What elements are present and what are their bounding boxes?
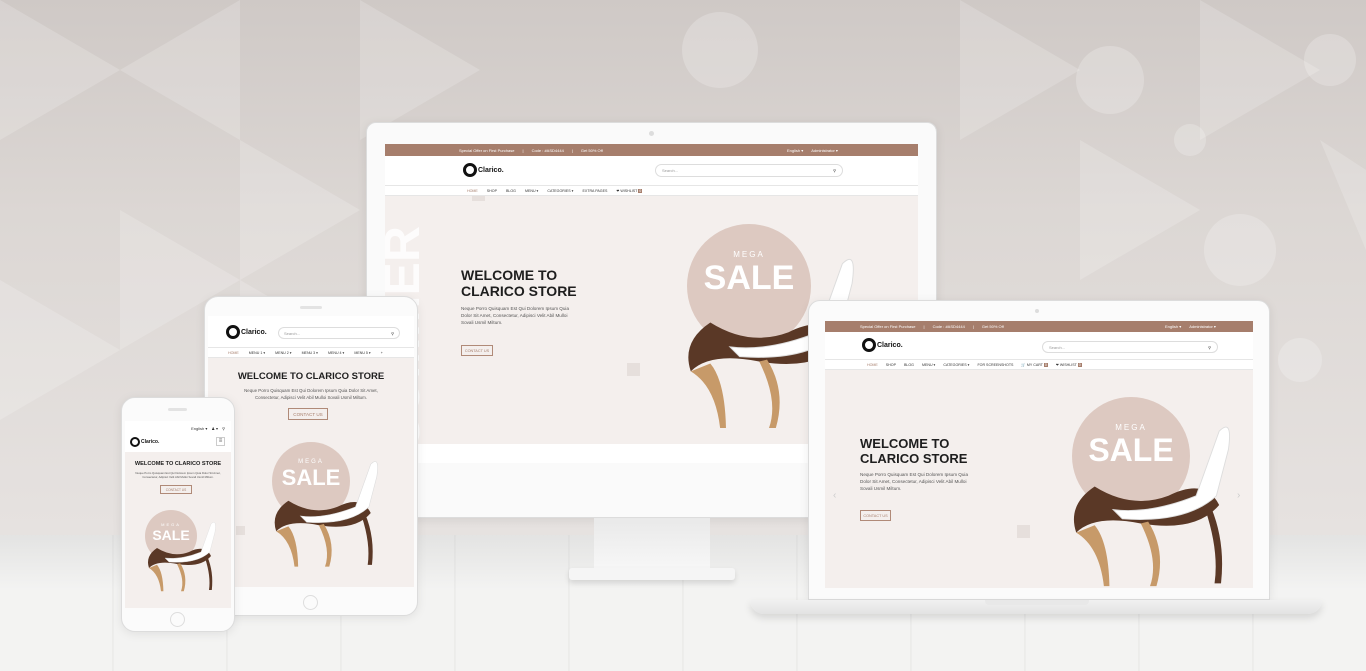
nav-blog[interactable]: BLOG xyxy=(904,363,914,367)
tablet-logo[interactable]: Clarico. xyxy=(226,325,267,339)
language-select[interactable]: English ▾ xyxy=(1165,324,1181,329)
desktop-topbar: Special Offer on First Purchase | Code : … xyxy=(385,144,918,156)
tablet-hero: WELCOME TO CLARICO STORE Neque Porro Qui… xyxy=(208,358,414,587)
hero-title: WELCOME TO CLARICO STORE xyxy=(461,267,577,299)
language-select[interactable]: English ▾ xyxy=(787,148,803,153)
search-icon[interactable]: ⚲ xyxy=(391,331,394,336)
desktop-search-input[interactable]: Search... ⚲ xyxy=(655,164,843,177)
nav-menu[interactable]: MENU ▾ xyxy=(922,363,935,367)
monitor-base xyxy=(569,568,735,580)
decor-square xyxy=(472,196,485,201)
hero-title: WELCOME TO CLARICO STORE xyxy=(237,371,385,382)
account-menu[interactable]: Administrator ▾ xyxy=(811,148,838,153)
nav-categories[interactable]: CATEGORIES ▾ xyxy=(943,363,969,367)
search-icon[interactable]: ⚲ xyxy=(222,426,225,431)
nav-shop[interactable]: SHOP xyxy=(886,363,896,367)
hero-title: WELCOME TO CLARICO STORE xyxy=(134,461,222,467)
chair-image xyxy=(274,461,378,567)
nav-home[interactable]: HOME xyxy=(228,351,239,355)
decor-square xyxy=(1017,525,1030,538)
logo-mark-icon xyxy=(463,163,477,177)
nav-categories[interactable]: CATEGORIES ▾ xyxy=(547,189,573,193)
nav-menu-1[interactable]: MENU 1 ▾ xyxy=(249,351,265,355)
nav-menu-5[interactable]: MENU 5 ▾ xyxy=(354,351,370,355)
tablet-search-input[interactable]: Search... ⚲ xyxy=(278,327,400,339)
logo-mark-icon xyxy=(862,338,876,352)
phone-hero: WELCOME TO CLARICO STORE Neque Porro Qui… xyxy=(125,452,231,608)
logo-mark-icon xyxy=(226,325,240,339)
nav-home[interactable]: HOME xyxy=(467,189,478,193)
tablet-home-button[interactable] xyxy=(303,595,318,610)
tablet-screen: Clarico. Search... ⚲ HOME MENU 1 ▾ MENU … xyxy=(208,316,414,587)
desktop-logo[interactable]: Clarico. xyxy=(463,163,504,177)
laptop-notch xyxy=(985,600,1089,605)
laptop-search-input[interactable]: Search... ⚲ xyxy=(1042,341,1218,353)
nav-blog[interactable]: BLOG xyxy=(506,189,516,193)
phone-speaker xyxy=(168,408,187,411)
contact-us-button[interactable]: CONTACT US xyxy=(288,408,328,420)
hero-description: Neque Porro Quisquam Est Qui Dolorem Ips… xyxy=(461,306,569,325)
hamburger-menu-icon[interactable]: ≡ xyxy=(216,437,225,446)
nav-menu-3[interactable]: MENU 3 ▾ xyxy=(302,351,318,355)
decor-square xyxy=(627,363,640,376)
laptop-hero: WELCOME TO CLARICO STORE Neque Porro Quis… xyxy=(825,370,1253,588)
laptop-nav: HOME SHOP BLOG MENU ▾ CATEGORIES ▾ FOR S… xyxy=(825,359,1253,370)
nav-menu-4[interactable]: MENU 4 ▾ xyxy=(328,351,344,355)
offer-text: Special Offer on First Purchase | Code : … xyxy=(459,147,603,153)
nav-menu[interactable]: MENU ▾ xyxy=(525,189,538,193)
contact-us-button[interactable]: CONTACT US xyxy=(860,510,891,521)
tablet-nav: HOME MENU 1 ▾ MENU 2 ▾ MENU 3 ▾ MENU 4 ▾… xyxy=(208,347,414,358)
chair-image xyxy=(1073,426,1231,587)
chair-image xyxy=(148,522,216,592)
phone-topbar: English ▾ ♟ ▾ ⚲ xyxy=(191,426,225,431)
laptop-topbar: Special Offer on First Purchase | Code : … xyxy=(825,321,1253,332)
hero-description: Neque Porro Quisquam Est Qui Dolorem Ips… xyxy=(244,388,378,400)
language-select[interactable]: English ▾ xyxy=(191,426,207,431)
phone-screen: English ▾ ♟ ▾ ⚲ Clarico. ≡ WELCOME TO CL… xyxy=(125,421,231,608)
logo-mark-icon xyxy=(130,437,140,447)
contact-us-button[interactable]: CONTACT US xyxy=(160,485,192,494)
slider-prev-icon[interactable]: ‹ xyxy=(833,490,836,501)
phone-logo[interactable]: Clarico. xyxy=(130,437,159,447)
monitor-camera xyxy=(649,131,654,136)
account-menu[interactable]: Administrator ▾ xyxy=(1189,324,1216,329)
nav-my-cart[interactable]: 🛒 MY CART 0 xyxy=(1021,362,1048,367)
nav-wishlist[interactable]: ❤ WISHLIST 0 xyxy=(1056,362,1082,367)
laptop-logo[interactable]: Clarico. xyxy=(862,338,903,352)
nav-for-screenshots[interactable]: FOR SCREENSHOTS xyxy=(977,363,1013,367)
user-icon[interactable]: ♟ ▾ xyxy=(211,426,218,431)
phone-home-button[interactable] xyxy=(170,612,185,627)
laptop-screen: Special Offer on First Purchase | Code : … xyxy=(825,321,1253,588)
contact-us-button[interactable]: CONTACT US xyxy=(461,345,493,356)
search-icon[interactable]: ⚲ xyxy=(1208,345,1211,350)
laptop-camera xyxy=(1035,309,1039,313)
monitor-stand xyxy=(594,518,710,570)
hero-description: Neque Porro Quisquam Est Qui Dolorem Ips… xyxy=(860,472,968,491)
desktop-nav: HOME SHOP BLOG MENU ▾ CATEGORIES ▾ EXTRA… xyxy=(385,185,918,196)
decor-square xyxy=(236,526,245,535)
tablet-speaker xyxy=(300,306,322,309)
nav-more-icon[interactable]: + xyxy=(381,351,383,355)
nav-extra-pages[interactable]: EXTRA PAGES xyxy=(582,189,607,193)
hero-description: Neque Porro Quisquam Est Qui Dolorem Ips… xyxy=(135,471,221,480)
nav-shop[interactable]: SHOP xyxy=(487,189,497,193)
nav-home[interactable]: HOME xyxy=(867,363,878,367)
nav-wishlist[interactable]: ❤ WISHLIST 0 xyxy=(616,188,643,193)
search-icon[interactable]: ⚲ xyxy=(833,168,836,173)
hero-title: WELCOME TO CLARICO STORE xyxy=(860,436,968,466)
nav-menu-2[interactable]: MENU 2 ▾ xyxy=(275,351,291,355)
